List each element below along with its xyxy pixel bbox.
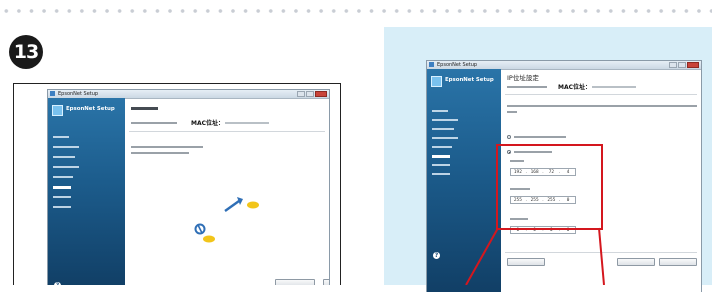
sidebar-brand: EpsonNet Setup: [52, 104, 122, 119]
mac-address-label: MAC位址：: [191, 120, 225, 127]
instruction-line: [507, 105, 697, 107]
minimize-button[interactable]: [297, 91, 305, 97]
left-screenshot-frame: EpsonNet Setup EpsonNet Setup ?: [13, 83, 341, 285]
sidebar-brand-text: EpsonNet Setup: [66, 106, 115, 112]
printer-name-placeholder: [507, 86, 547, 88]
back-button[interactable]: [617, 258, 655, 266]
auto-ip-option-label: [514, 136, 566, 138]
close-button[interactable]: [315, 91, 327, 97]
sidebar-step-item: [53, 206, 71, 208]
mac-address-label: MAC位址：: [558, 84, 592, 91]
epsonnet-logo-icon: [431, 76, 442, 87]
sidebar-brand-text: EpsonNet Setup: [445, 77, 494, 83]
sidebar-step-item: [432, 164, 450, 166]
sidebar-step-item: [53, 146, 79, 148]
ip-settings-highlight-box: [496, 144, 603, 230]
close-button[interactable]: [687, 62, 699, 68]
page-title: IP位址設定: [507, 74, 539, 82]
connection-illustration: [194, 197, 259, 243]
maximize-button[interactable]: [678, 62, 686, 68]
app-icon: [429, 62, 434, 67]
window-title: EpsonNet Setup: [437, 62, 478, 68]
sidebar-step-item: [432, 128, 454, 130]
dotted-divider: [0, 7, 712, 15]
sidebar-step-item: [53, 156, 75, 158]
header-separator: [129, 131, 325, 132]
footer-separator: [505, 252, 697, 253]
wizard-content: MAC位址：: [125, 98, 329, 285]
maximize-button[interactable]: [306, 91, 314, 97]
auto-ip-radio[interactable]: [507, 135, 511, 139]
instruction-line: [507, 111, 517, 113]
window-title: EpsonNet Setup: [58, 91, 99, 97]
sidebar-step-item: [53, 176, 73, 178]
instruction-line: [131, 152, 189, 154]
sidebar-step-item: [432, 119, 458, 121]
sidebar-step-item: [432, 137, 458, 139]
app-icon: [50, 91, 55, 96]
mac-address-value: [592, 86, 636, 88]
step-number-badge: 13: [9, 35, 43, 69]
sidebar-step-item: [432, 146, 452, 148]
mac-address-value: [225, 122, 269, 124]
wizard-sidebar: EpsonNet Setup ?: [48, 98, 125, 285]
header-separator: [505, 94, 697, 95]
window-controls: [669, 62, 699, 68]
sidebar-step-item: [432, 110, 448, 112]
instruction-line: [131, 146, 203, 148]
wizard-sidebar: EpsonNet Setup ?: [427, 69, 501, 292]
next-button[interactable]: [659, 258, 697, 266]
sidebar-step-item: [53, 166, 79, 168]
sidebar-step-item-current: [53, 186, 71, 189]
sidebar-step-item: [432, 173, 450, 175]
minimize-button[interactable]: [669, 62, 677, 68]
sidebar-step-item: [53, 136, 69, 138]
window-controls: [297, 91, 327, 97]
epsonnet-logo-icon: [52, 105, 63, 116]
next-button[interactable]: [323, 279, 329, 285]
printer-name-placeholder: [131, 122, 177, 124]
help-icon[interactable]: ?: [433, 252, 440, 259]
page-title-placeholder: [131, 107, 158, 110]
sidebar-brand: EpsonNet Setup: [431, 75, 501, 90]
back-button[interactable]: [275, 279, 315, 285]
cancel-button[interactable]: [507, 258, 545, 266]
left-setup-window: EpsonNet Setup EpsonNet Setup ?: [47, 89, 330, 285]
sidebar-step-item: [53, 196, 71, 198]
sidebar-step-item-current: [432, 155, 450, 158]
